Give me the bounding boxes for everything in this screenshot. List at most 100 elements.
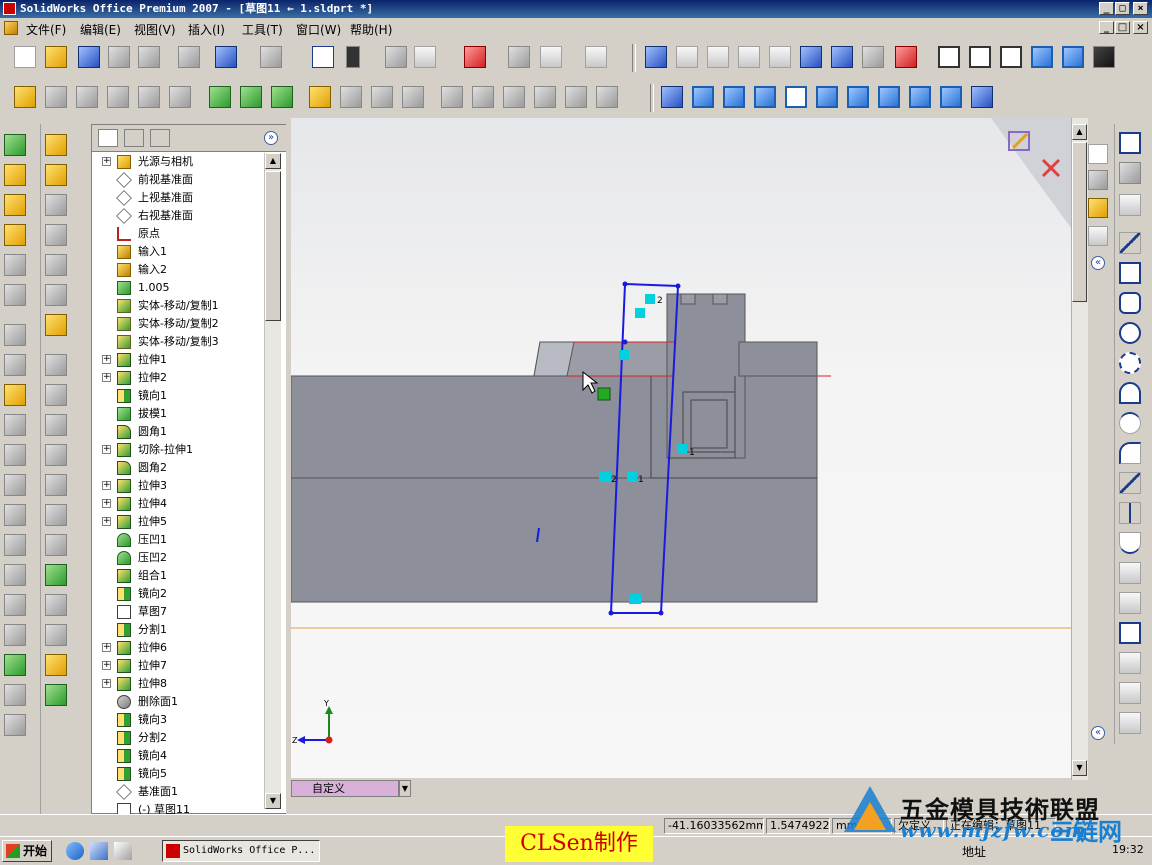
make-assembly-icon[interactable]	[138, 46, 160, 68]
shaded-with-edges-icon[interactable]	[1031, 46, 1053, 68]
expand-icon[interactable]: +	[102, 679, 111, 688]
point-icon[interactable]	[1119, 562, 1141, 584]
tree-item[interactable]: 圆角1	[92, 423, 262, 441]
relation-marker[interactable]	[599, 472, 611, 482]
extend-entities-icon[interactable]	[1119, 712, 1141, 734]
delete-body-icon[interactable]	[4, 684, 26, 706]
tree-item[interactable]: + 拉伸5	[92, 513, 262, 531]
menu-edit[interactable]: 编辑(E)	[80, 21, 121, 38]
property-manager-tab-icon[interactable]	[124, 129, 144, 147]
extrude-tool-icon[interactable]	[4, 164, 26, 186]
pan-icon[interactable]	[831, 46, 853, 68]
view-orientation-icon[interactable]	[645, 46, 667, 68]
polygon-icon[interactable]	[1119, 292, 1141, 314]
circular-pattern-icon[interactable]	[4, 534, 26, 556]
tree-item[interactable]: 圆角2	[92, 459, 262, 477]
surface-sweep-icon[interactable]	[45, 194, 67, 216]
maximize-button[interactable]: □	[1115, 2, 1130, 15]
scroll-down-icon[interactable]: ▼	[265, 793, 281, 809]
expand-icon[interactable]: +	[102, 661, 111, 670]
show-desktop-icon[interactable]	[114, 842, 132, 860]
circle-icon[interactable]	[1119, 322, 1141, 344]
untrim-tool-icon[interactable]	[45, 474, 67, 496]
orientation-dropdown-icon[interactable]: ▼	[399, 780, 411, 797]
curve-tool-icon[interactable]	[45, 684, 67, 706]
configuration-manager-tab-icon[interactable]	[150, 129, 170, 147]
3-point-arc-icon[interactable]	[1119, 442, 1141, 464]
offset-surface-icon[interactable]	[441, 86, 463, 108]
doc-restore-button[interactable]: □	[1115, 21, 1130, 34]
back-view-icon[interactable]	[723, 86, 745, 108]
tree-item[interactable]: 实体-移动/复制3	[92, 333, 262, 351]
tree-item[interactable]: 拔模1	[92, 405, 262, 423]
feature-manager-tab-icon[interactable]	[98, 129, 118, 147]
zoom-in-out-icon[interactable]	[738, 46, 760, 68]
scroll-up-icon[interactable]: ▲	[265, 153, 281, 169]
chamfer-tool-icon[interactable]	[4, 414, 26, 436]
zoom-to-fit-icon[interactable]	[676, 46, 698, 68]
swept-surface-icon[interactable]	[371, 86, 393, 108]
extruded-boss-icon[interactable]	[14, 86, 36, 108]
trimetric-view-icon[interactable]	[909, 86, 931, 108]
expand-icon[interactable]: +	[102, 499, 111, 508]
solidworks-app-icon[interactable]	[3, 2, 16, 15]
boundary-tool-icon[interactable]	[4, 284, 26, 306]
window-tile-icon[interactable]	[540, 46, 562, 68]
ie-icon[interactable]	[66, 842, 84, 860]
zoom-area-icon[interactable]	[707, 46, 729, 68]
centerline-icon[interactable]	[1119, 502, 1141, 524]
top-view-icon[interactable]	[816, 86, 838, 108]
viewport-scrollbar[interactable]: ▲ ▼	[1071, 118, 1088, 780]
tree-item[interactable]: + 拉伸2	[92, 369, 262, 387]
minimize-button[interactable]: _	[1099, 2, 1114, 15]
close-button[interactable]: ×	[1133, 2, 1148, 15]
extruded-surface-icon[interactable]	[309, 86, 331, 108]
trim-entities-icon[interactable]	[1119, 682, 1141, 704]
surface-extrude-icon[interactable]	[45, 134, 67, 156]
cut-extrude-tool-icon[interactable]	[4, 324, 26, 346]
instant3d-icon[interactable]	[240, 86, 262, 108]
menu-insert[interactable]: 插入(I)	[188, 21, 225, 38]
file-explorer-icon[interactable]	[1088, 198, 1108, 218]
redo-icon[interactable]	[260, 46, 282, 68]
grid-icon[interactable]	[385, 46, 407, 68]
exit-sketch-icon[interactable]	[1005, 126, 1035, 156]
perimeter-circle-icon[interactable]	[1119, 352, 1141, 374]
layers-icon[interactable]	[508, 46, 530, 68]
tree-item[interactable]: 基准面1	[92, 783, 262, 801]
roll-view-icon[interactable]	[862, 46, 884, 68]
revolve-tool-icon[interactable]	[4, 194, 26, 216]
cut-with-surface-icon[interactable]	[45, 624, 67, 646]
split-tool-icon[interactable]	[4, 624, 26, 646]
zoom-selection-icon[interactable]	[769, 46, 791, 68]
tree-item[interactable]: 删除面1	[92, 693, 262, 711]
extend-surface-icon[interactable]	[565, 86, 587, 108]
thicken-icon[interactable]	[138, 86, 160, 108]
lofted-boss-icon[interactable]	[107, 86, 129, 108]
isometric-view-icon[interactable]	[878, 86, 900, 108]
shaded-icon[interactable]	[1062, 46, 1084, 68]
split-line-icon[interactable]	[45, 654, 67, 676]
offset-entities-icon[interactable]	[1119, 622, 1141, 644]
extend-tool-icon[interactable]	[45, 414, 67, 436]
mirror-tool-icon[interactable]	[4, 564, 26, 586]
trim-surface-icon[interactable]	[596, 86, 618, 108]
relation-marker[interactable]	[635, 308, 645, 318]
fillet-tool-icon[interactable]	[4, 384, 26, 406]
tree-item[interactable]: 输入1	[92, 243, 262, 261]
front-view-icon[interactable]	[692, 86, 714, 108]
quicklaunch-icon[interactable]	[90, 842, 108, 860]
rebuild-feature-icon[interactable]	[209, 86, 231, 108]
section-view-icon[interactable]	[895, 46, 917, 68]
revolved-boss-icon[interactable]	[45, 86, 67, 108]
combine-tool-icon[interactable]	[4, 594, 26, 616]
tree-item[interactable]: + 拉伸7	[92, 657, 262, 675]
cut-revolve-tool-icon[interactable]	[4, 354, 26, 376]
thicken-tool-icon[interactable]	[45, 534, 67, 556]
revolved-surface-icon[interactable]	[340, 86, 362, 108]
centerpoint-arc-icon[interactable]	[1119, 382, 1141, 404]
viewport-scroll-thumb[interactable]	[1072, 142, 1087, 302]
open-icon[interactable]	[45, 46, 67, 68]
surface-loft-icon[interactable]	[45, 224, 67, 246]
spline-icon[interactable]	[1119, 532, 1141, 554]
